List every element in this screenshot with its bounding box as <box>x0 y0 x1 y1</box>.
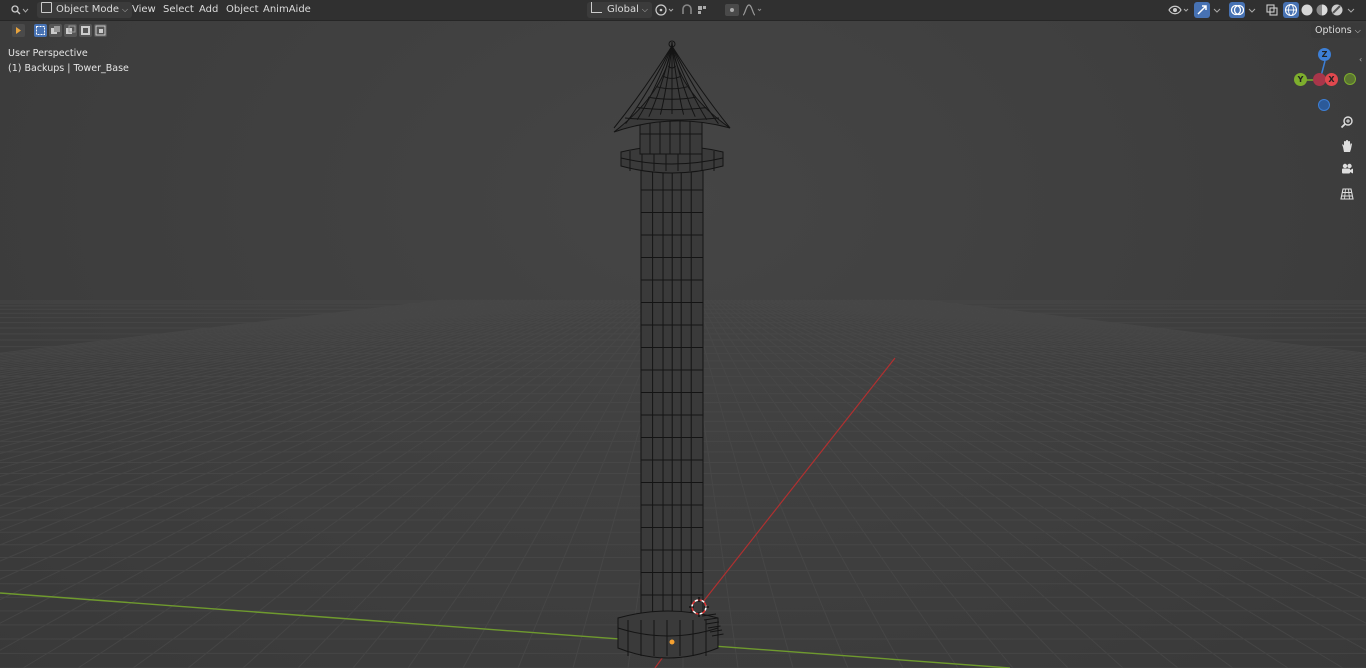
options-dropdown[interactable]: Options ⌵ <box>1311 23 1365 38</box>
base-ring <box>617 610 719 659</box>
grid-line-depth <box>187 299 648 668</box>
grid-line-depth <box>0 299 632 651</box>
y-axis-line <box>0 592 1011 668</box>
viewport-header: Object Mode ⌵ View Select Add Object Anim… <box>0 0 1366 21</box>
view-name: User Perspective <box>8 48 88 59</box>
orientation-label: Global <box>607 4 639 15</box>
chevron-down-icon[interactable] <box>1246 2 1258 18</box>
gizmo-z-axis[interactable]: Z <box>1318 48 1331 61</box>
grid-line-depth <box>722 299 1234 668</box>
grid-line-depth <box>798 299 1366 442</box>
grid-line-depth <box>698 299 904 668</box>
grid-line-depth <box>242 299 652 668</box>
camera-view-icon[interactable] <box>1337 159 1357 179</box>
chevron-down-icon: ⌵ <box>1354 26 1361 35</box>
pan-hand-icon[interactable] <box>1337 136 1357 156</box>
menu-view[interactable]: View <box>127 2 161 18</box>
select-subtract-icon[interactable] <box>64 24 77 37</box>
select-new-icon[interactable] <box>34 24 47 37</box>
visibility-icon[interactable] <box>1167 2 1191 18</box>
grid-line-depth <box>734 299 1366 651</box>
grid-line-depth <box>132 299 644 668</box>
solid-shading-icon[interactable] <box>1299 2 1315 18</box>
rendered-shading-icon[interactable] <box>1329 2 1345 18</box>
gizmo-negative-y-axis[interactable] <box>1344 73 1356 85</box>
grid-line-depth <box>690 299 794 668</box>
gizmo-negative-z-axis[interactable] <box>1318 99 1330 111</box>
object-mode-icon <box>41 2 52 13</box>
grid-line-depth <box>894 299 1366 365</box>
snap-icon[interactable] <box>680 2 712 18</box>
grid-line-depth <box>694 299 849 668</box>
select-invert-icon[interactable] <box>79 24 92 37</box>
select-extend-icon[interactable] <box>49 24 62 37</box>
orientation-icon <box>591 2 602 13</box>
transform-pivot-icon[interactable] <box>654 2 676 18</box>
gizmo-toggle-icon[interactable] <box>1194 2 1210 18</box>
3d-viewport[interactable] <box>0 0 1366 668</box>
gizmo-y-axis[interactable]: Y <box>1294 73 1307 86</box>
mode-dropdown[interactable]: Object Mode ⌵ <box>37 2 133 18</box>
grid-line-depth <box>462 299 668 668</box>
navigation-gizmo[interactable]: Z Y X <box>1290 44 1360 114</box>
grid-line-depth <box>0 299 568 442</box>
menu-animaide[interactable]: AnimAide <box>258 2 316 18</box>
object-origin-dot <box>669 639 675 645</box>
transform-orientation-dropdown[interactable]: Global ⌵ <box>587 2 652 18</box>
x-axis-line <box>698 357 896 608</box>
collection-object-label: (1) Backups | Tower_Base <box>8 63 129 74</box>
editor-type-icon[interactable] <box>8 2 30 18</box>
wireframe-shading-icon[interactable] <box>1283 2 1299 18</box>
grid-line-depth <box>0 299 564 436</box>
grid-line-depth <box>802 299 1366 436</box>
tower-wireframe <box>613 40 731 659</box>
grid-line-depth <box>0 299 560 431</box>
menu-add[interactable]: Add <box>194 2 223 18</box>
chevron-down-icon[interactable] <box>1211 2 1223 18</box>
grid-line-depth <box>718 299 1179 668</box>
grid-line-depth <box>407 299 664 668</box>
gizmo-x-axis[interactable]: X <box>1325 73 1338 86</box>
chevron-down-icon[interactable] <box>1345 2 1357 18</box>
grid-line-depth <box>710 299 1069 668</box>
proportional-edit-icon[interactable] <box>724 2 764 18</box>
xray-icon[interactable] <box>1264 2 1280 18</box>
grid-line-depth <box>0 299 468 363</box>
material-shading-icon[interactable] <box>1314 2 1330 18</box>
grid-line-depth <box>898 299 1366 363</box>
mode-label: Object Mode <box>56 4 119 15</box>
chevron-down-icon: ⌵ <box>641 5 648 14</box>
menu-select[interactable]: Select <box>158 2 199 18</box>
grid-line-depth <box>706 299 1014 668</box>
zoom-icon[interactable] <box>1337 112 1357 132</box>
grid-line-depth <box>806 299 1366 431</box>
grid-line-depth <box>0 299 472 365</box>
grid-line-depth <box>714 299 1124 668</box>
grid-line-depth <box>702 299 959 668</box>
ortho-grid-icon[interactable] <box>1337 184 1357 204</box>
grid-line-depth <box>297 299 656 668</box>
options-label: Options <box>1315 25 1352 36</box>
select-intersect-icon[interactable] <box>94 24 107 37</box>
scene-canvas[interactable] <box>0 0 1366 668</box>
grid-line-depth <box>352 299 660 668</box>
tool-panel-toggle-icon[interactable] <box>12 24 25 37</box>
overlays-icon[interactable] <box>1229 2 1245 18</box>
